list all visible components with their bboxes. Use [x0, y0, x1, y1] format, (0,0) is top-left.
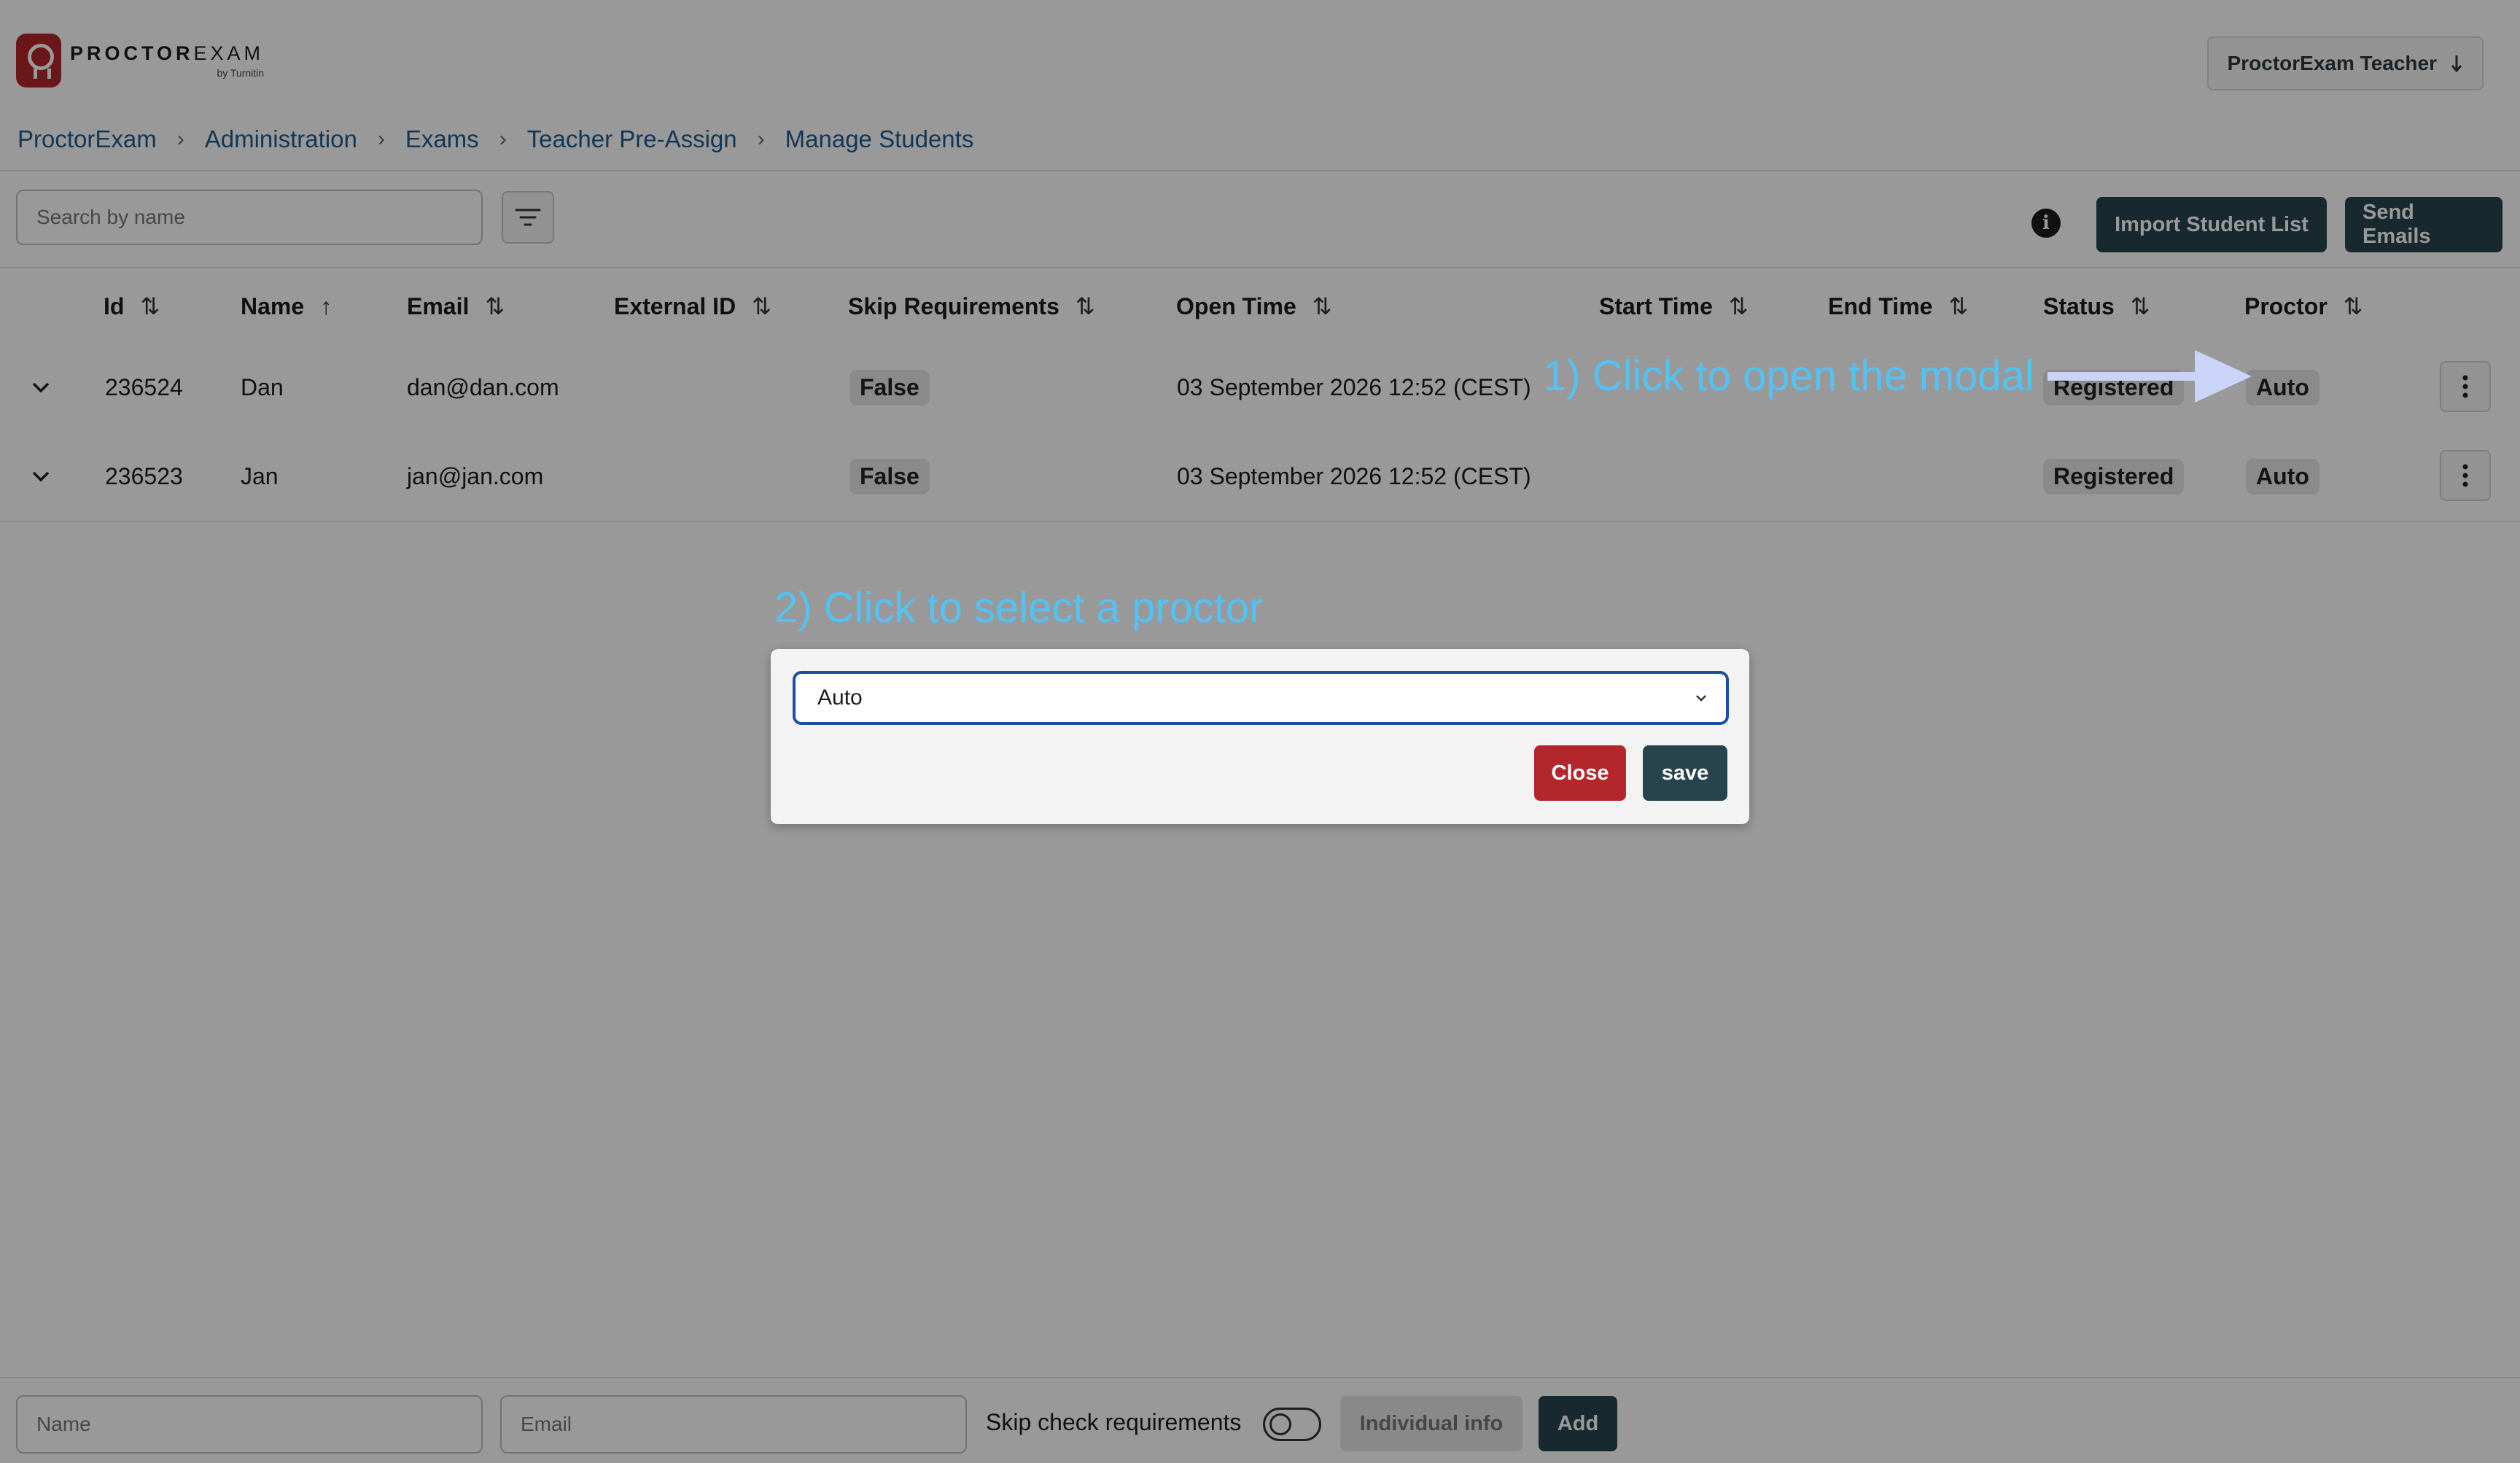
- save-button[interactable]: save: [1643, 745, 1727, 801]
- annotation-step-1: 1) Click to open the modal: [1543, 352, 2034, 400]
- annotation-step-2: 2) Click to select a proctor: [774, 584, 1264, 632]
- select-proctor-modal: Auto Close save: [771, 649, 1749, 824]
- chevron-down-icon: [1696, 695, 1706, 702]
- close-button[interactable]: Close: [1534, 745, 1626, 801]
- proctor-select[interactable]: Auto: [793, 671, 1729, 725]
- annotation-arrow-icon: [2048, 350, 2252, 403]
- proctor-select-value: Auto: [817, 686, 863, 710]
